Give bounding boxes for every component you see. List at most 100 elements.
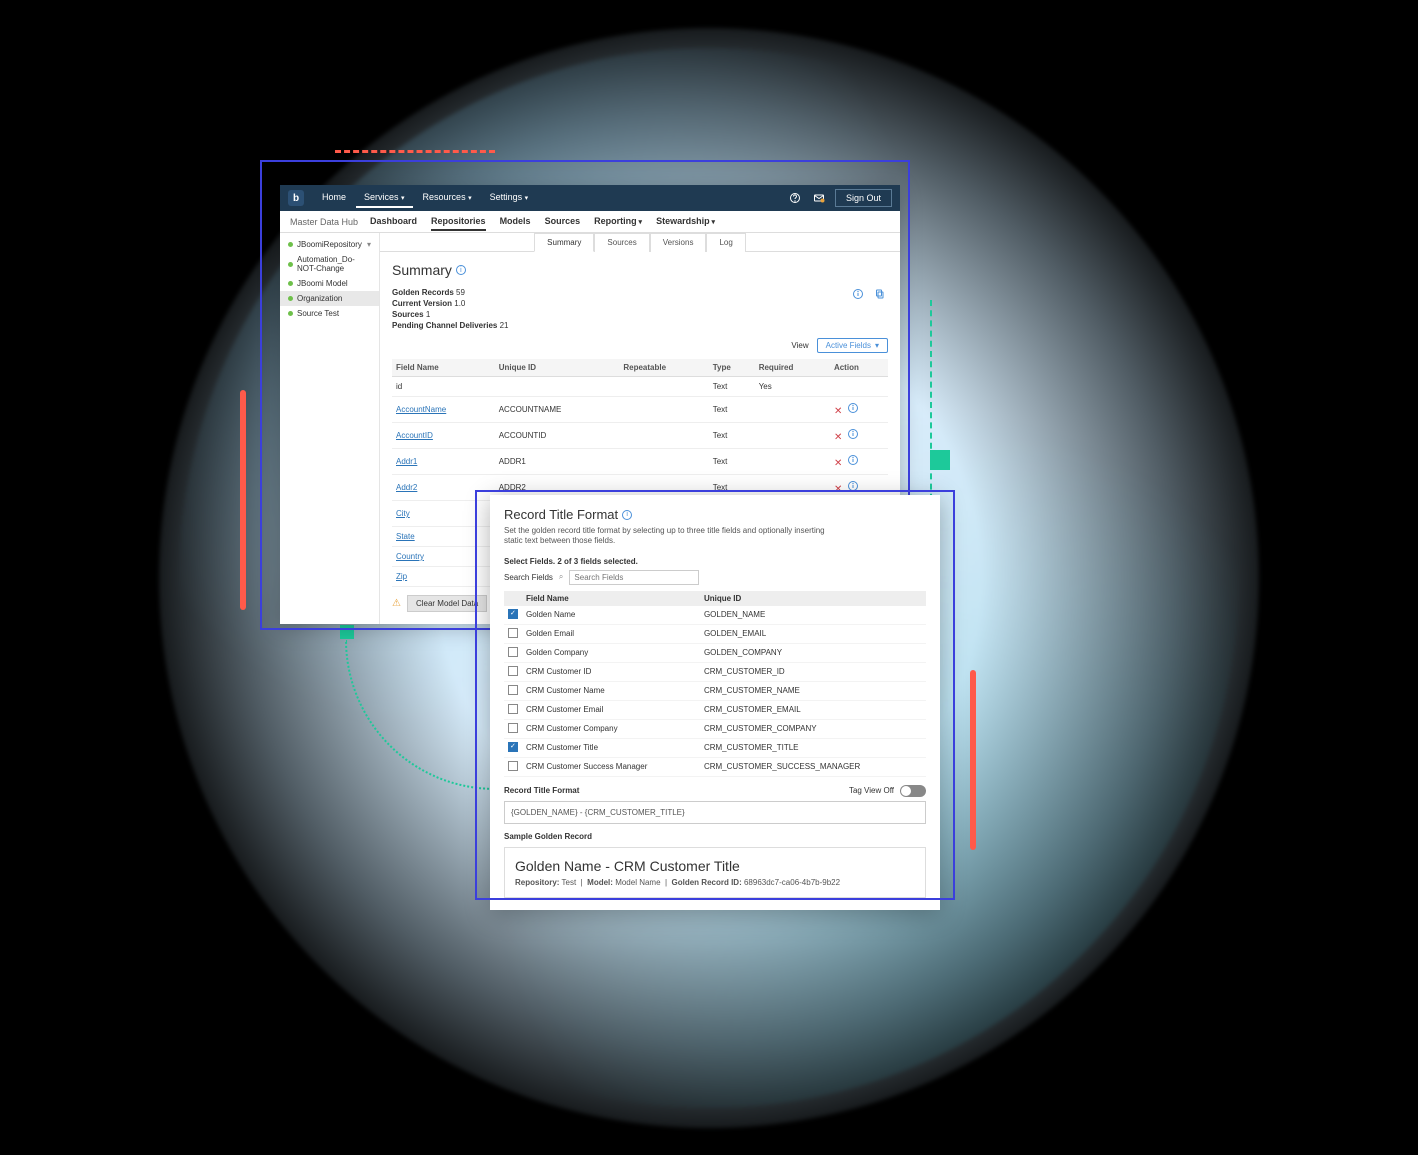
panel-description: Set the golden record title format by se… bbox=[504, 526, 834, 547]
table-row: AccountNameACCOUNTNAMEText✕ bbox=[392, 397, 888, 423]
field-select-table: Field NameUnique ID Golden NameGOLDEN_NA… bbox=[504, 591, 926, 777]
chevron-down-icon: ▾ bbox=[525, 195, 529, 202]
checkbox[interactable] bbox=[508, 666, 518, 676]
field-link[interactable]: Zip bbox=[396, 572, 407, 581]
checkbox[interactable] bbox=[508, 761, 518, 771]
topnav-item-settings[interactable]: Settings ▾ bbox=[482, 188, 537, 208]
column-header: Unique ID bbox=[495, 359, 620, 377]
info-icon[interactable] bbox=[847, 459, 859, 468]
subnav-item-reporting[interactable]: Reporting ▾ bbox=[594, 213, 642, 231]
decorative-accent bbox=[335, 150, 495, 153]
checkbox[interactable] bbox=[508, 685, 518, 695]
decorative-accent bbox=[930, 450, 950, 470]
chevron-down-icon: ▾ bbox=[637, 219, 642, 226]
tab-sources[interactable]: Sources bbox=[594, 233, 649, 252]
repo-selector[interactable]: JBoomiRepository ▾ bbox=[280, 237, 379, 252]
logo-icon: b bbox=[288, 190, 304, 206]
field-link[interactable]: State bbox=[396, 532, 415, 541]
chevron-down-icon: ▾ bbox=[401, 195, 405, 202]
subnav-item-stewardship[interactable]: Stewardship ▾ bbox=[656, 213, 715, 231]
format-value-box[interactable]: {GOLDEN_NAME} - {CRM_CUSTOMER_TITLE} bbox=[504, 801, 926, 824]
tab-summary[interactable]: Summary bbox=[534, 233, 594, 252]
decorative-accent bbox=[340, 625, 354, 639]
table-row: CRM Customer EmailCRM_CUSTOMER_EMAIL bbox=[504, 700, 926, 719]
table-row: Golden NameGOLDEN_NAME bbox=[504, 606, 926, 625]
info-icon[interactable]: i bbox=[622, 510, 632, 520]
sidebar-item[interactable]: Source Test bbox=[280, 306, 379, 321]
decorative-accent bbox=[930, 300, 932, 510]
select-fields-label: Select Fields. 2 of 3 fields selected. bbox=[504, 557, 926, 566]
table-row: Golden EmailGOLDEN_EMAIL bbox=[504, 624, 926, 643]
details-icon[interactable] bbox=[852, 288, 866, 302]
column-header: Required bbox=[755, 359, 830, 377]
tab-log[interactable]: Log bbox=[706, 233, 745, 252]
search-icon: ⌕ bbox=[559, 572, 563, 582]
info-icon[interactable] bbox=[847, 407, 859, 416]
column-header: Action bbox=[830, 359, 888, 377]
checkbox[interactable] bbox=[508, 609, 518, 619]
field-link[interactable]: Addr1 bbox=[396, 457, 417, 466]
checkbox[interactable] bbox=[508, 647, 518, 657]
table-row: AccountIDACCOUNTIDText✕ bbox=[392, 423, 888, 449]
warning-icon: ⚠ bbox=[392, 598, 401, 609]
clear-model-data-button[interactable]: Clear Model Data bbox=[407, 595, 487, 612]
field-link[interactable]: Addr2 bbox=[396, 483, 417, 492]
sidebar-item[interactable]: Organization bbox=[280, 291, 379, 306]
info-icon[interactable] bbox=[847, 485, 859, 494]
chevron-down-icon: ▾ bbox=[875, 341, 879, 350]
mail-alert-icon[interactable] bbox=[811, 190, 827, 206]
format-label: Record Title Format bbox=[504, 786, 579, 795]
sign-out-button[interactable]: Sign Out bbox=[835, 189, 892, 207]
sidebar-item[interactable]: Automation_Do-NOT-Change bbox=[280, 252, 379, 276]
field-link[interactable]: AccountID bbox=[396, 431, 433, 440]
sidebar-item[interactable]: JBoomi Model bbox=[280, 276, 379, 291]
delete-icon[interactable]: ✕ bbox=[834, 406, 842, 417]
topnav-item-home[interactable]: Home bbox=[314, 188, 354, 208]
topnav-item-services[interactable]: Services ▾ bbox=[356, 188, 413, 208]
field-link[interactable]: Country bbox=[396, 552, 424, 561]
checkbox[interactable] bbox=[508, 742, 518, 752]
status-dot-icon bbox=[288, 262, 293, 267]
subnav-item-dashboard[interactable]: Dashboard bbox=[370, 213, 417, 231]
delete-icon[interactable]: ✕ bbox=[834, 458, 842, 469]
topnav-item-resources[interactable]: Resources ▾ bbox=[415, 188, 480, 208]
search-fields-input[interactable] bbox=[569, 570, 699, 585]
sidebar: JBoomiRepository ▾ Automation_Do-NOT-Cha… bbox=[280, 233, 380, 624]
subnav-item-sources[interactable]: Sources bbox=[545, 213, 581, 231]
table-row: Golden CompanyGOLDEN_COMPANY bbox=[504, 643, 926, 662]
help-icon[interactable] bbox=[787, 190, 803, 206]
checkbox[interactable] bbox=[508, 628, 518, 638]
field-link[interactable]: AccountName bbox=[396, 405, 446, 414]
decorative-accent bbox=[240, 390, 246, 610]
page-title: Summaryi bbox=[392, 262, 888, 278]
subnav-item-repositories[interactable]: Repositories bbox=[431, 213, 486, 231]
info-icon[interactable] bbox=[847, 433, 859, 442]
view-label: View bbox=[791, 341, 808, 350]
field-link[interactable]: City bbox=[396, 509, 410, 518]
tag-view-label: Tag View Off bbox=[849, 786, 894, 795]
search-label: Search Fields bbox=[504, 573, 553, 582]
delete-icon[interactable]: ✕ bbox=[834, 432, 842, 443]
chevron-down-icon: ▾ bbox=[367, 240, 371, 249]
panel-title: Record Title Formati bbox=[504, 507, 926, 522]
checkbox[interactable] bbox=[508, 723, 518, 733]
subnav-item-models[interactable]: Models bbox=[500, 213, 531, 231]
checkbox[interactable] bbox=[508, 704, 518, 714]
table-row: CRM Customer TitleCRM_CUSTOMER_TITLE bbox=[504, 738, 926, 757]
sample-label: Sample Golden Record bbox=[504, 832, 926, 841]
chevron-down-icon: ▾ bbox=[710, 219, 715, 226]
delete-icon[interactable]: ✕ bbox=[834, 484, 842, 495]
status-dot-icon bbox=[288, 296, 293, 301]
subbar: Master Data Hub DashboardRepositoriesMod… bbox=[280, 211, 900, 233]
view-dropdown[interactable]: Active Fields▾ bbox=[817, 338, 888, 353]
status-dot-icon bbox=[288, 311, 293, 316]
chevron-down-icon: ▾ bbox=[468, 195, 472, 202]
record-title-format-panel: Record Title Formati Set the golden reco… bbox=[490, 495, 940, 910]
info-icon[interactable]: i bbox=[456, 265, 466, 275]
table-row: CRM Customer IDCRM_CUSTOMER_ID bbox=[504, 662, 926, 681]
tab-versions[interactable]: Versions bbox=[650, 233, 707, 252]
table-row: Addr1ADDR1Text✕ bbox=[392, 449, 888, 475]
sample-box: Golden Name - CRM Customer Title Reposit… bbox=[504, 847, 926, 898]
copy-icon[interactable] bbox=[874, 288, 888, 302]
tag-view-toggle[interactable] bbox=[900, 785, 926, 797]
